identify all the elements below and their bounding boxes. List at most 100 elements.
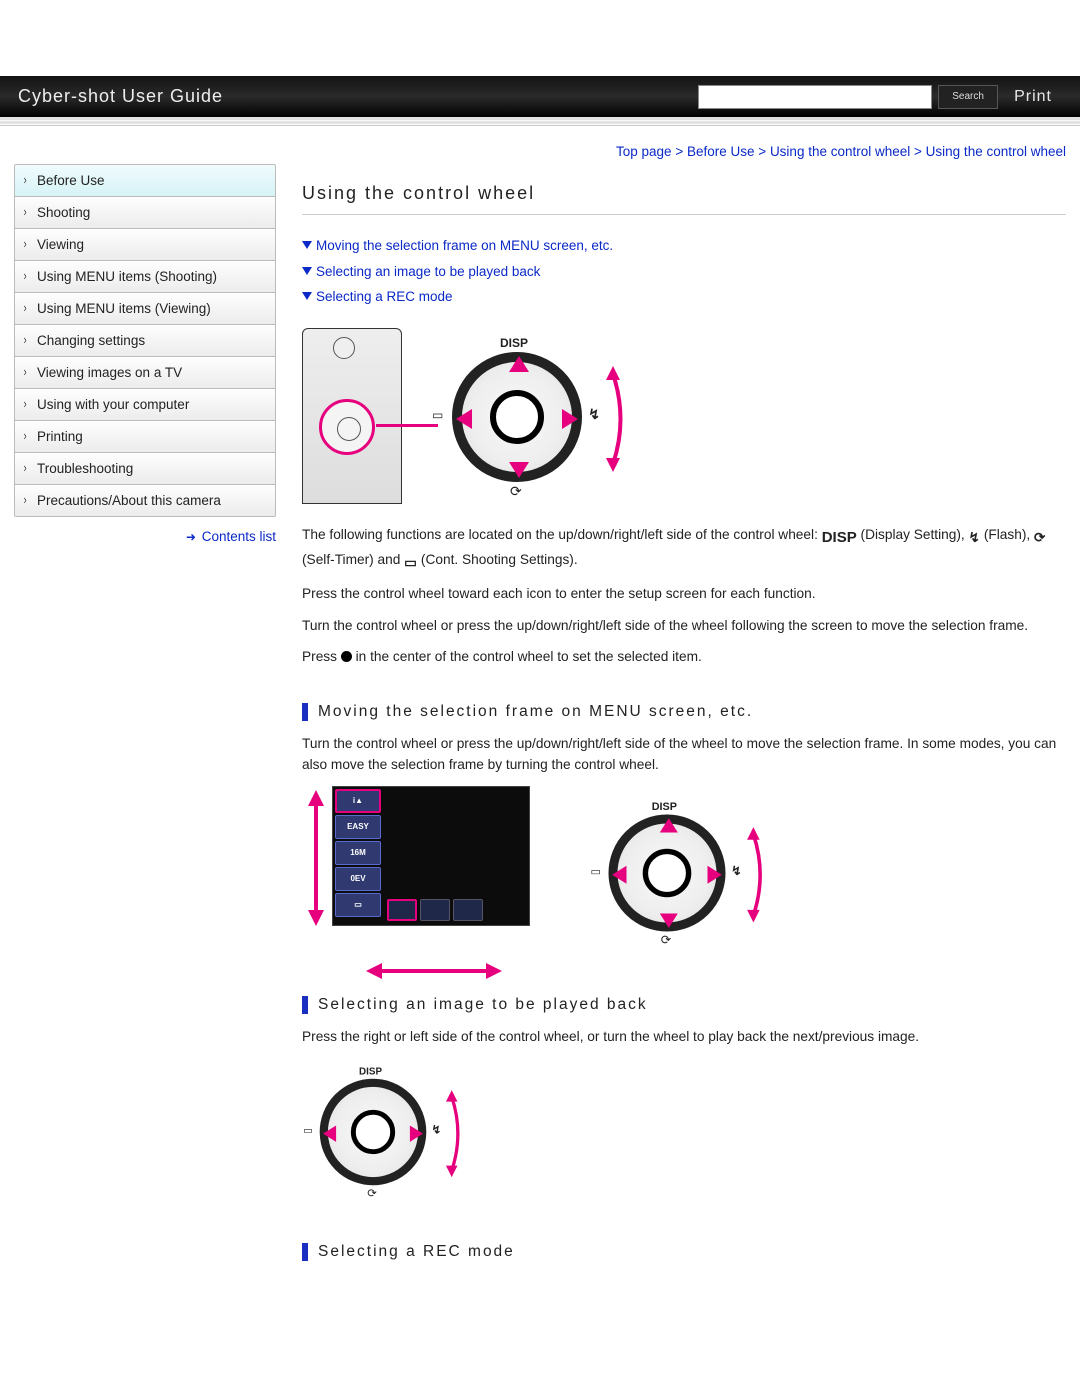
breadcrumb-part[interactable]: Before Use xyxy=(687,144,755,159)
toc-link-2[interactable]: Selecting an image to be played back xyxy=(302,259,1066,285)
sidebar-item-troubleshooting[interactable]: Troubleshooting xyxy=(15,453,275,485)
vertical-arrows-icon xyxy=(304,788,328,931)
section-1-body: Turn the control wheel or press the up/d… xyxy=(302,733,1066,775)
header-title: Cyber-shot User Guide xyxy=(18,86,223,107)
triangle-left-icon xyxy=(323,1125,336,1141)
menu-chip xyxy=(453,899,483,921)
menu-screen-illustration: i▲ EASY 16M 0EV ▭ xyxy=(302,786,1066,960)
self-timer-icon: ⟳ xyxy=(367,1186,377,1200)
breadcrumb-current: Using the control wheel xyxy=(926,144,1066,159)
triangle-down-icon xyxy=(302,241,312,249)
intro-paragraph-4: Press in the center of the control wheel… xyxy=(302,646,1066,667)
sidebar-item-label: Before Use xyxy=(37,173,105,188)
sidebar-item-shooting[interactable]: Shooting xyxy=(15,197,275,229)
header-bar: Cyber-shot User Guide Search Print xyxy=(0,76,1080,120)
text: (Self-Timer) and xyxy=(302,552,404,567)
print-button[interactable]: Print xyxy=(1004,88,1062,106)
breadcrumb-part[interactable]: Top page xyxy=(616,144,672,159)
triangle-left-icon xyxy=(456,409,472,429)
playback-icon: ▭ xyxy=(591,864,601,877)
contents-list-label[interactable]: Contents list xyxy=(202,529,276,544)
section-2-body: Press the right or left side of the cont… xyxy=(302,1026,1066,1047)
breadcrumb: Top page > Before Use > Using the contro… xyxy=(302,144,1066,159)
playback-icon: ▭ xyxy=(303,1124,312,1135)
disp-label: DISP xyxy=(500,336,528,350)
text: (Flash), xyxy=(984,527,1034,542)
section-heading-1: Moving the selection frame on MENU scree… xyxy=(302,703,1066,721)
sidebar-item-tv[interactable]: Viewing images on a TV xyxy=(15,357,275,389)
sidebar-item-label: Troubleshooting xyxy=(37,461,133,476)
toc-link-1[interactable]: Moving the selection frame on MENU scree… xyxy=(302,233,1066,259)
breadcrumb-sep: > xyxy=(914,144,926,159)
sidebar-item-label: Using MENU items (Viewing) xyxy=(37,301,211,316)
sidebar-item-label: Viewing xyxy=(37,237,84,252)
sidebar-item-menu-viewing[interactable]: Using MENU items (Viewing) xyxy=(15,293,275,325)
camera-wheel-small-icon xyxy=(319,399,375,455)
breadcrumb-sep: > xyxy=(675,144,687,159)
wheel-center-icon xyxy=(643,848,692,897)
header-controls: Search Print xyxy=(698,85,1062,109)
playback-icon: ▭ xyxy=(432,408,443,422)
sidebar-item-label: Printing xyxy=(37,429,83,444)
menu-item: i▲ xyxy=(335,789,381,813)
intro-paragraph-1: The following functions are located on t… xyxy=(302,524,1066,573)
sidebar-item-label: Changing settings xyxy=(37,333,145,348)
disp-icon: DISP xyxy=(822,526,857,549)
triangle-down-icon xyxy=(302,267,312,275)
sidebar-item-label: Using with your computer xyxy=(37,397,189,412)
sidebar-item-label: Viewing images on a TV xyxy=(37,365,182,380)
menu-item: 16M xyxy=(335,841,381,865)
intro-paragraph-3: Turn the control wheel or press the up/d… xyxy=(302,615,1066,636)
sidebar-list: Before Use Shooting Viewing Using MENU i… xyxy=(14,164,276,517)
control-wheel-diagram-2: DISP ⟳ ▭ ↯ xyxy=(600,805,735,940)
triangle-right-icon xyxy=(410,1125,423,1141)
section-heading-3: Selecting a REC mode xyxy=(302,1243,1066,1261)
text: (Cont. Shooting Settings). xyxy=(421,552,578,567)
arrow-right-icon: ➜ xyxy=(186,530,196,544)
toc-label: Selecting an image to be played back xyxy=(316,264,540,279)
menu-bottom-row xyxy=(387,899,483,921)
page-title: Using the control wheel xyxy=(302,183,1066,204)
cont-shoot-icon: ▭ xyxy=(404,552,417,573)
section-heading-2: Selecting an image to be played back xyxy=(302,996,1066,1014)
triangle-up-icon xyxy=(509,356,529,372)
lcd-screen-icon: i▲ EASY 16M 0EV ▭ xyxy=(332,786,530,926)
toc-label: Selecting a REC mode xyxy=(316,289,453,304)
text: The following functions are located on t… xyxy=(302,527,822,542)
self-timer-icon: ⟳ xyxy=(510,483,522,500)
sidebar-item-changing-settings[interactable]: Changing settings xyxy=(15,325,275,357)
title-divider xyxy=(302,214,1066,215)
disp-label: DISP xyxy=(652,800,677,813)
menu-item: EASY xyxy=(335,815,381,839)
triangle-down-icon xyxy=(302,292,312,300)
in-page-toc: Moving the selection frame on MENU scree… xyxy=(302,233,1066,310)
sidebar-item-precautions[interactable]: Precautions/About this camera xyxy=(15,485,275,516)
toc-link-3[interactable]: Selecting a REC mode xyxy=(302,284,1066,310)
triangle-down-icon xyxy=(509,462,529,478)
top-margin xyxy=(0,0,1080,76)
sidebar-item-computer[interactable]: Using with your computer xyxy=(15,389,275,421)
sidebar-item-menu-shooting[interactable]: Using MENU items (Shooting) xyxy=(15,261,275,293)
triangle-up-icon xyxy=(660,818,678,832)
sidebar-item-label: Using MENU items (Shooting) xyxy=(37,269,217,284)
menu-chip xyxy=(387,899,417,921)
contents-list-link[interactable]: ➜ Contents list xyxy=(14,529,276,544)
text: in the center of the control wheel to se… xyxy=(356,649,702,664)
triangle-down-icon xyxy=(660,913,678,927)
horizontal-arrows-icon xyxy=(364,959,504,986)
main-content: Top page > Before Use > Using the contro… xyxy=(276,138,1066,1273)
breadcrumb-part[interactable]: Using the control wheel xyxy=(770,144,910,159)
menu-sidebar: i▲ EASY 16M 0EV ▭ xyxy=(333,787,383,927)
sidebar-item-label: Precautions/About this camera xyxy=(37,493,221,508)
sidebar-item-before-use[interactable]: Before Use xyxy=(15,165,275,197)
intro-paragraph-2: Press the control wheel toward each icon… xyxy=(302,583,1066,604)
self-timer-icon: ⟳ xyxy=(661,932,672,947)
rotate-arrows-icon xyxy=(439,1088,464,1178)
camera-body-icon xyxy=(302,328,402,504)
triangle-left-icon xyxy=(612,865,626,883)
control-wheel-diagram-3: DISP ⟳ ▭ ↯ xyxy=(312,1070,435,1193)
sidebar-item-viewing[interactable]: Viewing xyxy=(15,229,275,261)
search-input[interactable] xyxy=(698,85,932,109)
search-button[interactable]: Search xyxy=(938,85,998,109)
sidebar-item-printing[interactable]: Printing xyxy=(15,421,275,453)
